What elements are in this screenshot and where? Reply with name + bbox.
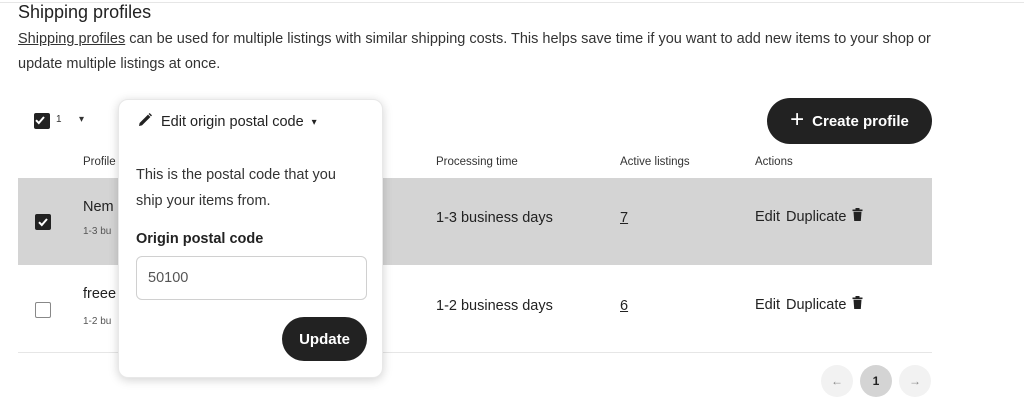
create-profile-label: Create profile <box>812 112 909 130</box>
pagination-page-1[interactable]: 1 <box>860 365 892 397</box>
bulk-actions-caret-icon[interactable]: ▾ <box>79 114 84 125</box>
chevron-down-icon: ▾ <box>311 116 317 128</box>
header-active-listings: Active listings <box>620 156 690 168</box>
popover-header-label: Edit origin postal code <box>161 114 304 130</box>
trash-icon[interactable] <box>852 208 863 225</box>
section-title: Shipping profiles <box>18 2 152 22</box>
header-profile: Profile <box>83 156 116 168</box>
processing-time: 1-2 business days <box>436 298 553 314</box>
profile-subtext: 1-2 bu <box>83 316 112 327</box>
checkmark-icon <box>35 116 45 125</box>
edit-link[interactable]: Edit <box>755 297 780 313</box>
row-actions: Edit Duplicate <box>755 296 863 313</box>
description-text: can be used for multiple listings with s… <box>18 31 931 72</box>
active-listings-link[interactable]: 7 <box>620 210 628 226</box>
processing-time: 1-3 business days <box>436 210 553 226</box>
row-actions: Edit Duplicate <box>755 208 863 225</box>
duplicate-link[interactable]: Duplicate <box>786 297 846 313</box>
profile-subtext: 1-3 bu <box>83 226 112 237</box>
section-description: Shipping profiles can be used for multip… <box>18 27 938 77</box>
update-button[interactable]: Update <box>282 317 367 361</box>
header-processing-time: Processing time <box>436 156 518 168</box>
selected-count: 1 <box>56 114 62 125</box>
duplicate-link[interactable]: Duplicate <box>786 209 846 225</box>
row-checkbox[interactable] <box>35 214 51 230</box>
trash-icon[interactable] <box>852 296 863 313</box>
shipping-profiles-link[interactable]: Shipping profiles <box>18 31 125 47</box>
edit-origin-postal-code-toggle[interactable]: Edit origin postal code ▾ <box>137 112 317 132</box>
profile-name: Nem <box>83 199 114 215</box>
checkmark-icon <box>38 218 48 227</box>
plus-icon: + <box>790 106 805 133</box>
header-actions: Actions <box>755 156 793 168</box>
create-profile-button[interactable]: + Create profile <box>767 98 932 144</box>
select-all-checkbox[interactable] <box>34 113 50 129</box>
profile-name: freee <box>83 286 117 302</box>
top-divider <box>0 2 1024 3</box>
pencil-icon <box>137 112 153 132</box>
popover-description: This is the postal code that you ship yo… <box>136 167 336 209</box>
row-checkbox[interactable] <box>35 302 51 318</box>
pagination-next-arrow-icon[interactable]: → <box>899 365 931 397</box>
pagination-prev-arrow-icon[interactable]: ← <box>821 365 853 397</box>
edit-postal-code-popover: Edit origin postal code ▾ This is the po… <box>118 99 383 378</box>
origin-postal-code-input[interactable] <box>136 256 367 300</box>
origin-postal-code-label: Origin postal code <box>136 231 264 247</box>
active-listings-link[interactable]: 6 <box>620 298 628 314</box>
edit-link[interactable]: Edit <box>755 209 780 225</box>
